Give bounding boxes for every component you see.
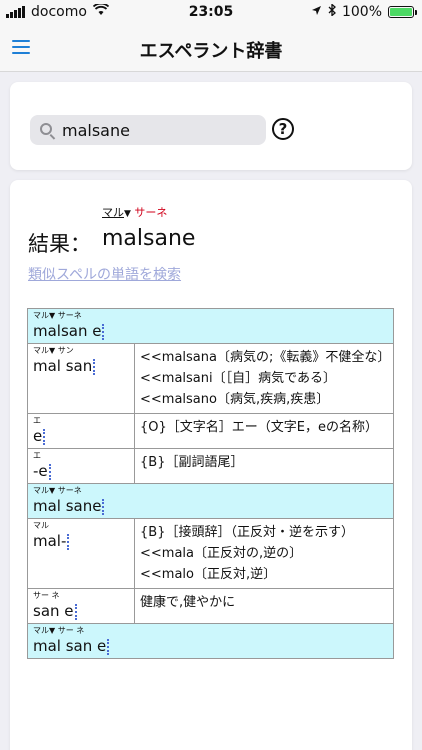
table-row: エ e {O}［文字名］エー（文字E，eの名称）	[27, 413, 394, 449]
definition-line: <<malo〔正反対,逆〕	[140, 567, 277, 582]
word-text: mal san	[33, 357, 93, 375]
bluetooth-icon	[328, 3, 336, 20]
word-text: mal-	[33, 532, 67, 550]
table-head-row: マル▼ サーネ malsan e	[27, 308, 394, 344]
result-header: マル▼ サーネ 結果： malsane	[28, 204, 388, 256]
table-row: エ -e {B}［副詞語尾］	[27, 448, 394, 484]
definition-line: <<malsani〔［自］病気である〕	[140, 371, 336, 386]
word-ruby: マル▼ サン	[33, 346, 74, 355]
definition-cell: 健康で,健やかに	[134, 588, 394, 624]
result-label: 結果：	[28, 232, 91, 256]
word-with-ruby: マル▼ サン mal san	[33, 346, 129, 375]
result-word: malsane	[102, 226, 196, 251]
definition-cell: {O}［文字名］エー（文字E，eの名称）	[134, 413, 394, 449]
word-ruby: サー ネ	[33, 591, 60, 600]
word-cell[interactable]: サー ネ san e	[27, 588, 135, 624]
syllable-marker	[102, 323, 105, 340]
syllable-marker	[93, 358, 96, 375]
search-icon	[40, 123, 52, 135]
syllable-marker	[107, 638, 110, 655]
similar-spelling-link[interactable]: 類似スペルの単語を検索	[28, 264, 181, 284]
word-cell[interactable]: マル▼ サー ネ mal san e	[27, 623, 394, 659]
table-row: サー ネ san e 健康で,健やかに	[27, 588, 394, 624]
word-ruby: マル▼ サーネ	[33, 486, 82, 495]
result-card: マル▼ サーネ 結果： malsane 類似スペルの単語を検索 マル▼ サーネ m…	[10, 180, 412, 750]
word-cell[interactable]: マル▼ サン mal san	[27, 343, 135, 414]
definition-cell: {B}［副詞語尾］	[134, 448, 394, 484]
word-ruby: マル▼ サー ネ	[33, 626, 85, 635]
word-ruby: マル▼ サーネ	[33, 311, 82, 320]
definition-cell: {B}［接頭辞］（正反対・逆を示す） <<mala〔正反対の,逆の〕 <<malo〔…	[134, 518, 394, 589]
word-with-ruby: マル▼ サー ネ mal san e	[33, 626, 388, 655]
word-with-ruby: サー ネ san e	[33, 591, 129, 620]
definition-line: {O}［文字名］エー（文字E，eの名称）	[140, 420, 378, 435]
definition-line: {B}［副詞語尾］	[140, 455, 244, 470]
search-box[interactable]	[30, 115, 266, 145]
word-cell[interactable]: マル mal-	[27, 518, 135, 589]
table-row: マル▼ サン mal san <<malsana〔病気の;《転義》不健全な〕 <<ma…	[27, 343, 394, 414]
word-text: -e	[33, 462, 48, 480]
definition-line: 健康で,健やかに	[140, 595, 236, 610]
definition-line: <<malsana〔病気の;《転義》不健全な〕	[140, 350, 391, 365]
table-head-row: マル▼ サーネ mal sane	[27, 483, 394, 519]
word-text: e	[33, 427, 43, 445]
word-text: san e	[33, 602, 74, 620]
word-text: malsan e	[33, 322, 102, 340]
word-with-ruby: マル mal-	[33, 521, 129, 550]
definition-cell: <<malsana〔病気の;《転義》不健全な〕 <<malsani〔［自］病気であ…	[134, 343, 394, 414]
word-cell[interactable]: エe	[27, 413, 135, 449]
accent-marker: ▼	[124, 209, 131, 219]
syllable-marker	[102, 498, 105, 515]
battery-percent: 100%	[341, 4, 382, 20]
word-with-ruby: エ -e	[33, 451, 129, 480]
word-ruby: マル	[33, 521, 49, 530]
navigation-bar: エスペラント辞書	[0, 24, 422, 72]
page-title: エスペラント辞書	[139, 41, 283, 62]
definition-line: {B}［接頭辞］（正反対・逆を示す）	[140, 525, 354, 540]
location-icon	[311, 4, 322, 20]
syllable-marker	[43, 428, 46, 445]
syllable-marker	[67, 533, 70, 550]
definition-line: <<malsano〔病気,疾病,疾患〕	[140, 392, 330, 407]
word-text: mal sane	[33, 497, 102, 515]
search-card: ?	[10, 82, 412, 170]
word-cell[interactable]: エ -e	[27, 448, 135, 484]
word-text: mal san e	[33, 637, 107, 655]
word-ruby: エ	[33, 451, 41, 460]
dictionary-table: マル▼ サーネ malsan e マル▼ サン mal san <<malsana〔病気…	[27, 308, 394, 659]
battery-icon	[388, 6, 417, 18]
word-with-ruby: マル▼ サーネ malsan e	[33, 311, 388, 340]
word-with-ruby: エe	[33, 416, 129, 445]
syllable-marker	[48, 463, 51, 480]
status-bar: docomo 23:05 100%	[0, 0, 422, 24]
syllable-marker	[74, 603, 77, 620]
word-ruby: エ	[33, 416, 41, 425]
search-input[interactable]	[62, 119, 258, 141]
table-row: マル mal- {B}［接頭辞］（正反対・逆を示す） <<mala〔正反対の,逆の〕 <…	[27, 518, 394, 589]
table-head-row: マル▼ サー ネ mal san e	[27, 623, 394, 659]
help-icon[interactable]: ?	[272, 118, 294, 140]
word-cell[interactable]: マル▼ サーネ mal sane	[27, 483, 394, 519]
word-with-ruby: マル▼ サーネ mal sane	[33, 486, 388, 515]
definition-line: <<mala〔正反対の,逆の〕	[140, 546, 303, 561]
word-cell[interactable]: マル▼ サーネ malsan e	[27, 308, 394, 344]
result-ruby: マル▼ サーネ	[102, 206, 168, 219]
